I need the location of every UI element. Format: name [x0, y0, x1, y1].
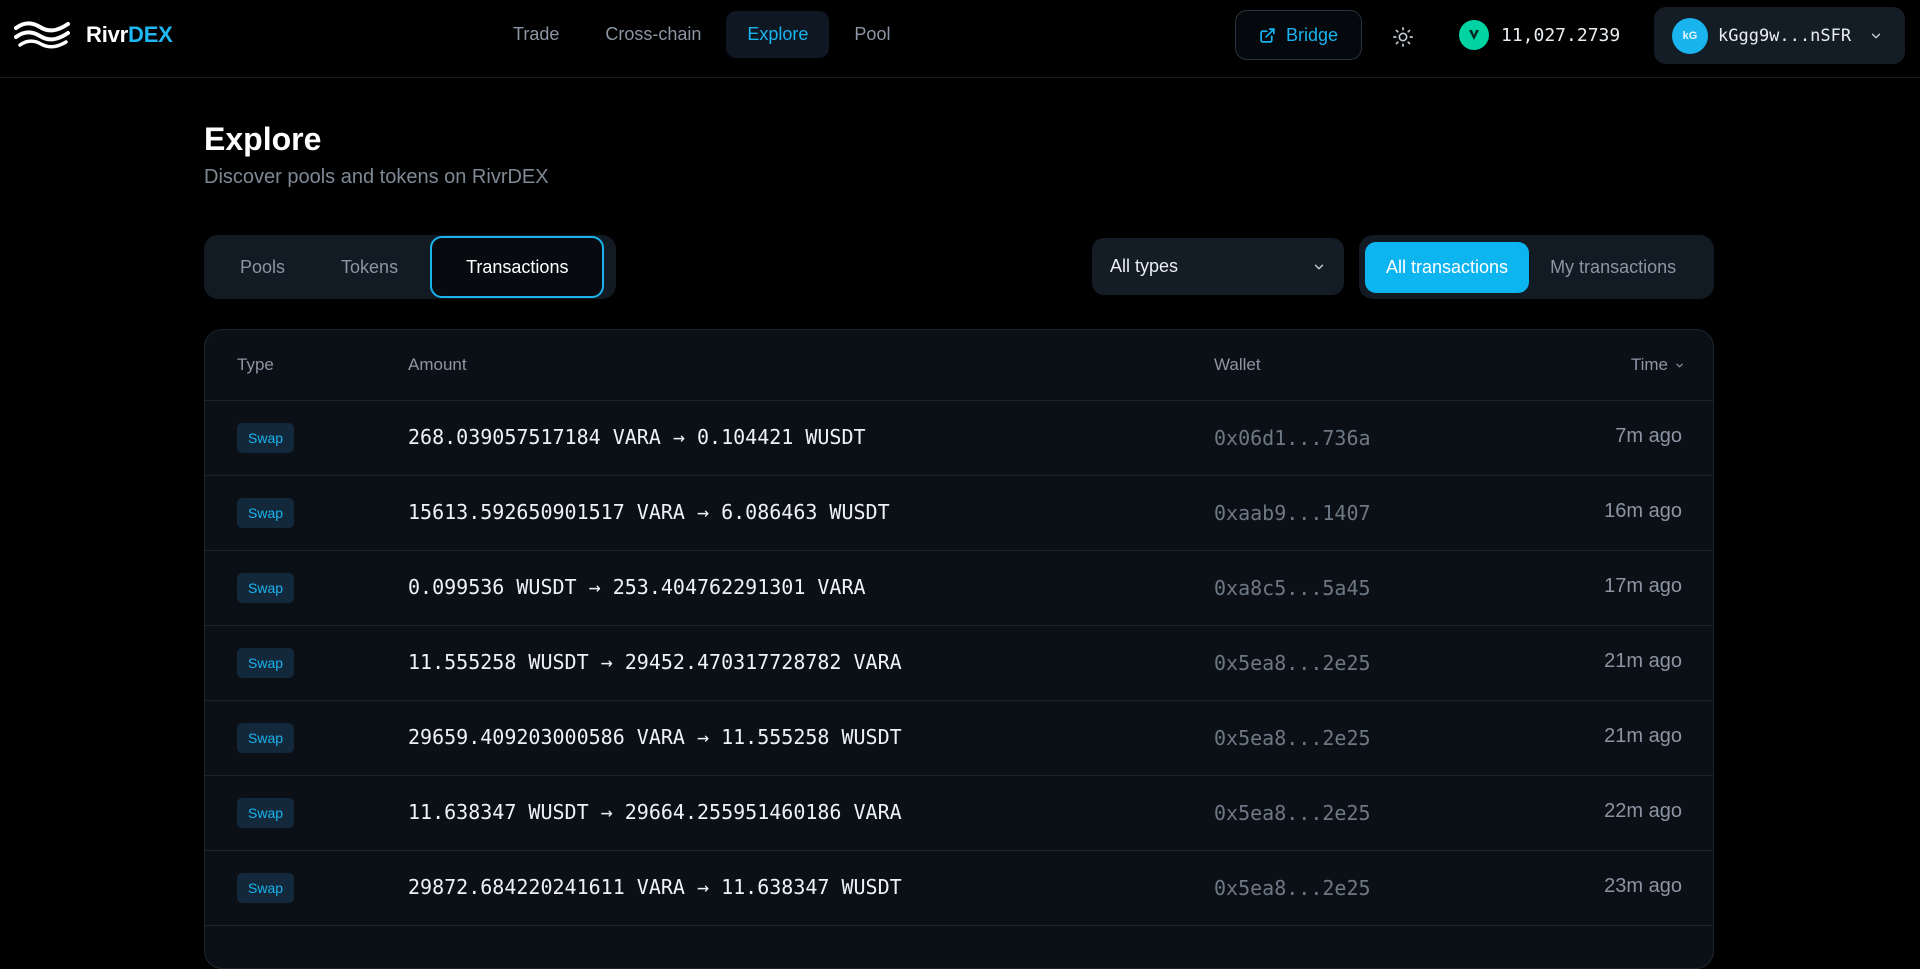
explore-tabs: Pools Tokens Transactions — [204, 235, 616, 299]
bridge-button[interactable]: Bridge — [1235, 10, 1362, 60]
chevron-down-icon — [1314, 264, 1324, 269]
rivr-wave-logo-icon — [14, 21, 70, 49]
nav-trade[interactable]: Trade — [492, 11, 580, 58]
all-transactions-button[interactable]: All transactions — [1365, 241, 1530, 293]
time-cell: 7m ago — [1615, 425, 1682, 447]
time-cell: 16m ago — [1604, 500, 1682, 522]
theme-toggle-button[interactable] — [1388, 22, 1418, 52]
nav-cross-chain[interactable]: Cross-chain — [584, 11, 722, 58]
wallet-link[interactable]: 0x5ea8...2e25 — [1214, 801, 1371, 825]
nav-explore[interactable]: Explore — [726, 11, 830, 58]
table-row[interactable]: Swap 29872.684220241611 VARA → 11.638347… — [205, 851, 1713, 926]
tab-tokens[interactable]: Tokens — [313, 242, 426, 292]
vara-token-icon — [1459, 20, 1489, 50]
table-header: Type Amount Wallet Time — [205, 330, 1713, 401]
amount-cell: 29659.409203000586 VARA → 11.555258 WUSD… — [408, 725, 902, 749]
wallet-link[interactable]: 0xaab9...1407 — [1214, 501, 1371, 525]
tab-transactions[interactable]: Transactions — [430, 236, 605, 298]
page-subtitle: Discover pools and tokens on RivrDEX — [204, 166, 549, 188]
external-link-icon — [1260, 27, 1275, 43]
amount-cell: 0.099536 WUSDT → 253.404762291301 VARA — [408, 575, 866, 599]
bridge-label: Bridge — [1285, 24, 1339, 45]
table-row[interactable]: Swap 0.099536 WUSDT → 253.404762291301 V… — [205, 551, 1713, 626]
type-badge: Swap — [237, 723, 295, 753]
amount-cell: 11.638347 WUSDT → 29664.255951460186 VAR… — [408, 800, 902, 824]
transaction-scope-toggle: All transactions My transactions — [1359, 235, 1714, 299]
wallet-address: kGgg9w...nSFR — [1718, 25, 1852, 46]
type-badge: Swap — [237, 873, 295, 903]
nav-pool[interactable]: Pool — [833, 11, 911, 58]
table-row[interactable]: Swap 11.638347 WUSDT → 29664.25595146018… — [205, 776, 1713, 851]
wallet-link[interactable]: 0x5ea8...2e25 — [1214, 876, 1371, 900]
time-cell: 22m ago — [1604, 800, 1682, 822]
sort-chevron-down-icon — [1676, 363, 1683, 367]
top-nav-bar: RivrDEX Trade Cross-chain Explore Pool B… — [0, 0, 1920, 78]
sun-icon — [1393, 27, 1413, 47]
type-badge: Swap — [237, 798, 295, 828]
type-badge: Swap — [237, 573, 295, 603]
wallet-account-button[interactable]: kG kGgg9w...nSFR — [1654, 7, 1905, 64]
time-cell: 21m ago — [1604, 650, 1682, 672]
transactions-table: Type Amount Wallet Time Swap 268.0390575… — [204, 329, 1714, 969]
type-filter-value: All types — [1110, 256, 1179, 276]
time-cell: 21m ago — [1604, 725, 1682, 747]
table-row[interactable]: Swap 268.039057517184 VARA → 0.104421 WU… — [205, 401, 1713, 476]
amount-cell: 15613.592650901517 VARA → 6.086463 WUSDT — [408, 500, 890, 524]
brand-name-part1: Rivr — [86, 22, 128, 47]
brand-logo[interactable]: RivrDEX — [14, 18, 173, 52]
amount-cell: 11.555258 WUSDT → 29452.470317728782 VAR… — [408, 650, 902, 674]
type-filter-select[interactable]: All types — [1092, 238, 1344, 295]
table-row[interactable]: Swap 15613.592650901517 VARA → 6.086463 … — [205, 476, 1713, 551]
avatar: kG — [1672, 17, 1708, 54]
brand-name: RivrDEX — [86, 22, 173, 48]
page-title: Explore — [204, 121, 322, 157]
wallet-link[interactable]: 0x06d1...736a — [1214, 426, 1371, 450]
wallet-link[interactable]: 0x5ea8...2e25 — [1214, 726, 1371, 750]
wallet-link[interactable]: 0x5ea8...2e25 — [1214, 651, 1371, 675]
token-balance: 11,027.2739 — [1459, 20, 1620, 50]
amount-cell: 29872.684220241611 VARA → 11.638347 WUSD… — [408, 875, 902, 899]
main-nav: Trade Cross-chain Explore Pool — [492, 11, 911, 58]
chevron-down-icon — [1871, 33, 1881, 38]
table-row[interactable]: Swap 11.555258 WUSDT → 29452.47031772878… — [205, 626, 1713, 701]
time-cell: 17m ago — [1604, 575, 1682, 597]
type-badge: Swap — [237, 648, 295, 678]
time-cell: 23m ago — [1604, 875, 1682, 897]
type-badge: Swap — [237, 423, 295, 453]
table-row[interactable]: Swap 29659.409203000586 VARA → 11.555258… — [205, 701, 1713, 776]
type-badge: Swap — [237, 498, 295, 528]
wallet-link[interactable]: 0xa8c5...5a45 — [1214, 576, 1371, 600]
tab-pools[interactable]: Pools — [212, 242, 313, 292]
column-header-time[interactable]: Time — [1631, 355, 1685, 375]
amount-cell: 268.039057517184 VARA → 0.104421 WUSDT — [408, 425, 866, 449]
my-transactions-button[interactable]: My transactions — [1529, 242, 1697, 293]
brand-name-part2: DEX — [128, 22, 173, 47]
column-header-type: Type — [237, 355, 274, 374]
column-header-time-label: Time — [1630, 355, 1668, 374]
balance-value: 11,027.2739 — [1501, 24, 1621, 46]
column-header-amount: Amount — [408, 355, 467, 374]
column-header-wallet: Wallet — [1214, 355, 1261, 374]
